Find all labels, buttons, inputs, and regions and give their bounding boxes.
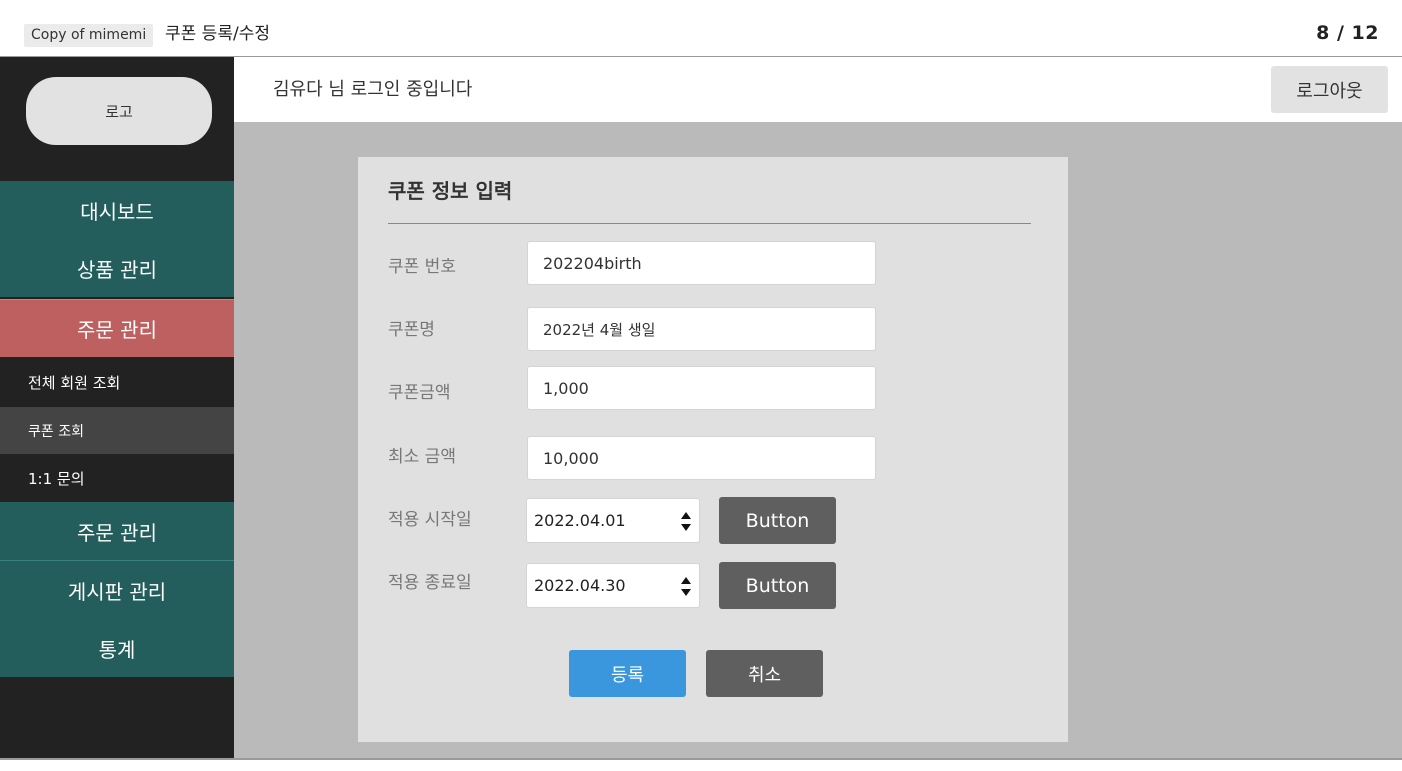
end-date-button[interactable]: Button bbox=[719, 562, 836, 609]
coupon-number-field[interactable] bbox=[527, 241, 876, 285]
cancel-button[interactable]: 취소 bbox=[706, 650, 823, 697]
logout-button[interactable]: 로그아웃 bbox=[1271, 66, 1388, 113]
end-date-value: 2022.04.30 bbox=[534, 576, 626, 595]
page-counter: 8 / 12 bbox=[1316, 22, 1379, 44]
logo[interactable]: 로고 bbox=[26, 77, 212, 145]
min-amount-field[interactable] bbox=[527, 436, 876, 480]
start-date-label: 적용 시작일 bbox=[388, 510, 472, 530]
sidebar-item-orders[interactable]: 주문 관리 bbox=[0, 502, 234, 560]
nav-group-top: 대시보드 상품 관리 bbox=[0, 181, 234, 297]
main-content: 쿠폰 정보 입력 쿠폰 번호 쿠폰명 쿠폰금액 최소 금액 적용 시작일 202… bbox=[234, 122, 1402, 758]
sidebar-subitem-all-members[interactable]: 전체 회원 조회 bbox=[0, 357, 234, 407]
coupon-name-label: 쿠폰명 bbox=[388, 320, 435, 340]
start-date-field[interactable]: 2022.04.01 bbox=[526, 498, 700, 543]
viewer-topbar: Copy of mimemi 쿠폰 등록/수정 8 / 12 bbox=[0, 0, 1402, 57]
end-date-spinner-icon[interactable] bbox=[681, 575, 691, 599]
coupon-number-label: 쿠폰 번호 bbox=[388, 257, 456, 277]
sidebar-item-orders-active[interactable]: 주문 관리 bbox=[0, 299, 234, 357]
login-status-text: 김유다 님 로그인 중입니다 bbox=[273, 79, 473, 100]
nav-group-bottom: 주문 관리 게시판 관리 통계 bbox=[0, 502, 234, 677]
viewer-bottom-border bbox=[0, 758, 1402, 771]
sidebar-subitem-inquiry[interactable]: 1:1 문의 bbox=[0, 454, 234, 502]
coupon-name-field[interactable] bbox=[527, 307, 876, 351]
sidebar-subitem-coupons[interactable]: 쿠폰 조회 bbox=[0, 407, 234, 454]
start-date-value: 2022.04.01 bbox=[534, 511, 626, 530]
title-divider bbox=[388, 223, 1031, 224]
start-date-spinner-icon[interactable] bbox=[681, 510, 691, 534]
submit-button[interactable]: 등록 bbox=[569, 650, 686, 697]
form-title: 쿠폰 정보 입력 bbox=[388, 179, 513, 203]
coupon-amount-label: 쿠폰금액 bbox=[388, 383, 451, 403]
sidebar-item-board[interactable]: 게시판 관리 bbox=[0, 561, 234, 619]
coupon-amount-field[interactable] bbox=[527, 366, 876, 410]
page-title: 쿠폰 등록/수정 bbox=[165, 24, 270, 44]
sidebar-item-stats[interactable]: 통계 bbox=[0, 619, 234, 677]
document-tag[interactable]: Copy of mimemi bbox=[24, 24, 154, 47]
coupon-form-card: 쿠폰 정보 입력 쿠폰 번호 쿠폰명 쿠폰금액 최소 금액 적용 시작일 202… bbox=[358, 157, 1068, 742]
sidebar-item-products[interactable]: 상품 관리 bbox=[0, 239, 234, 297]
min-amount-label: 최소 금액 bbox=[388, 447, 456, 467]
header: 김유다 님 로그인 중입니다 로그아웃 bbox=[234, 57, 1402, 122]
end-date-field[interactable]: 2022.04.30 bbox=[526, 563, 700, 608]
sidebar: 로고 대시보드 상품 관리 주문 관리 전체 회원 조회 쿠폰 조회 1:1 문… bbox=[0, 57, 234, 758]
sidebar-item-dashboard[interactable]: 대시보드 bbox=[0, 181, 234, 239]
start-date-button[interactable]: Button bbox=[719, 497, 836, 544]
end-date-label: 적용 종료일 bbox=[388, 573, 472, 593]
